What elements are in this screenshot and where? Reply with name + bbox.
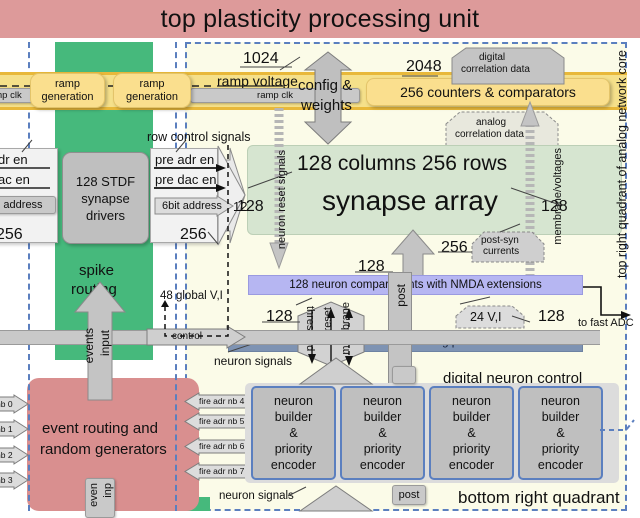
diagram-canvas: top plasticity processing unit ramp volt…: [0, 0, 640, 518]
post-box-small-top: [392, 366, 416, 384]
neuron-signals-bottom-leader: [287, 486, 307, 497]
bottom-right-quadrant-label: bottom right quadrant: [458, 488, 620, 507]
post-box-bottom: post: [392, 485, 426, 505]
top-right-quadrant-label: top right quadrant of analog network cor…: [615, 50, 629, 278]
post-label-bottom: post: [398, 489, 420, 501]
builders-right-dashed: [600, 419, 635, 431]
